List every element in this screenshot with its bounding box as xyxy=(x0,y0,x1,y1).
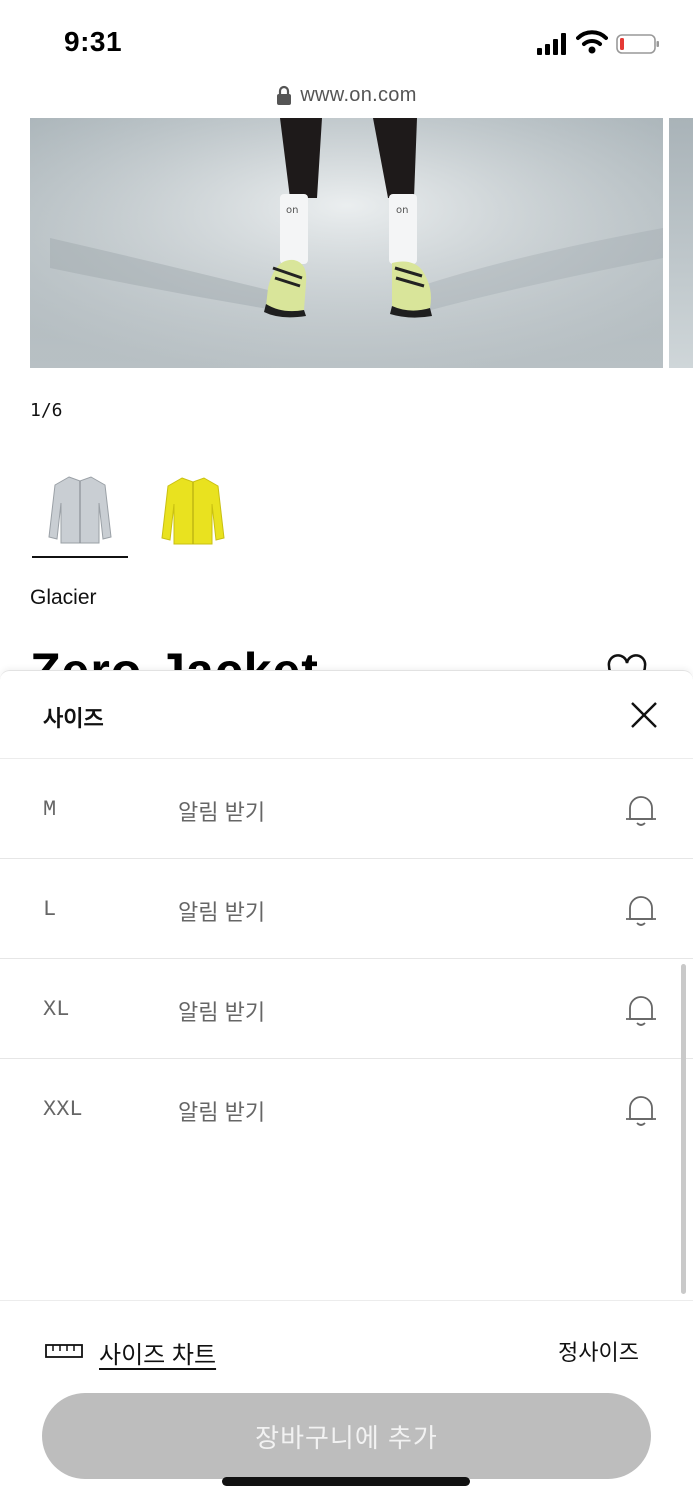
notify-me-label: 알림 받기 xyxy=(178,800,266,825)
size-row-m[interactable]: M 알림 받기 xyxy=(0,759,693,859)
color-swatch-yellow[interactable] xyxy=(145,462,241,558)
size-row-l[interactable]: L 알림 받기 xyxy=(0,859,693,959)
home-indicator xyxy=(222,1477,470,1486)
size-row-xxl[interactable]: XXL 알림 받기 xyxy=(0,1059,693,1159)
status-bar: 9:31 xyxy=(0,0,693,74)
size-row-xl[interactable]: XL 알림 받기 xyxy=(0,959,693,1059)
url-text: www.on.com xyxy=(300,83,417,106)
battery-icon xyxy=(616,34,659,54)
status-time: 9:31 xyxy=(64,26,123,57)
bell-icon[interactable] xyxy=(624,1092,658,1128)
fit-label: 정사이즈 xyxy=(558,1340,639,1365)
color-swatch-glacier[interactable] xyxy=(32,462,128,558)
sheet-scrollbar[interactable] xyxy=(681,964,686,1294)
sheet-header: 사이즈 xyxy=(0,671,693,759)
screen: 9:31 www.on.com on on 1/6 Glacier 사이즈 M … xyxy=(0,0,693,1500)
product-photo: on on xyxy=(30,118,663,368)
selected-color-name: Glacier xyxy=(30,586,97,609)
size-chart-link[interactable]: 사이즈 차트 xyxy=(99,1335,216,1370)
bell-icon[interactable] xyxy=(624,792,658,828)
jacket-glacier-thumbnail xyxy=(48,476,112,544)
notify-me-label: 알림 받기 xyxy=(178,900,266,925)
jacket-yellow-thumbnail xyxy=(161,477,225,545)
product-image[interactable]: on on xyxy=(30,118,663,368)
wifi-icon xyxy=(576,30,608,54)
next-product-image-peek[interactable] xyxy=(669,118,693,368)
svg-text:on: on xyxy=(286,205,298,216)
lock-icon xyxy=(277,85,292,105)
image-counter: 1/6 xyxy=(30,400,63,421)
size-label: XL xyxy=(43,997,70,1022)
bell-icon[interactable] xyxy=(624,992,658,1028)
size-label: L xyxy=(43,897,57,922)
sheet-title: 사이즈 xyxy=(43,706,104,731)
notify-me-label: 알림 받기 xyxy=(178,1100,266,1125)
notify-me-label: 알림 받기 xyxy=(178,1000,266,1025)
size-label: M xyxy=(43,797,57,822)
cellular-signal-icon xyxy=(537,33,566,55)
svg-text:on: on xyxy=(396,205,408,216)
address-bar[interactable]: www.on.com xyxy=(0,78,693,112)
bell-icon[interactable] xyxy=(624,892,658,928)
size-label: XXL xyxy=(43,1097,83,1122)
close-icon[interactable] xyxy=(624,695,664,735)
ruler-icon xyxy=(45,1344,83,1358)
add-to-cart-button[interactable]: 장바구니에 추가 xyxy=(42,1393,651,1479)
